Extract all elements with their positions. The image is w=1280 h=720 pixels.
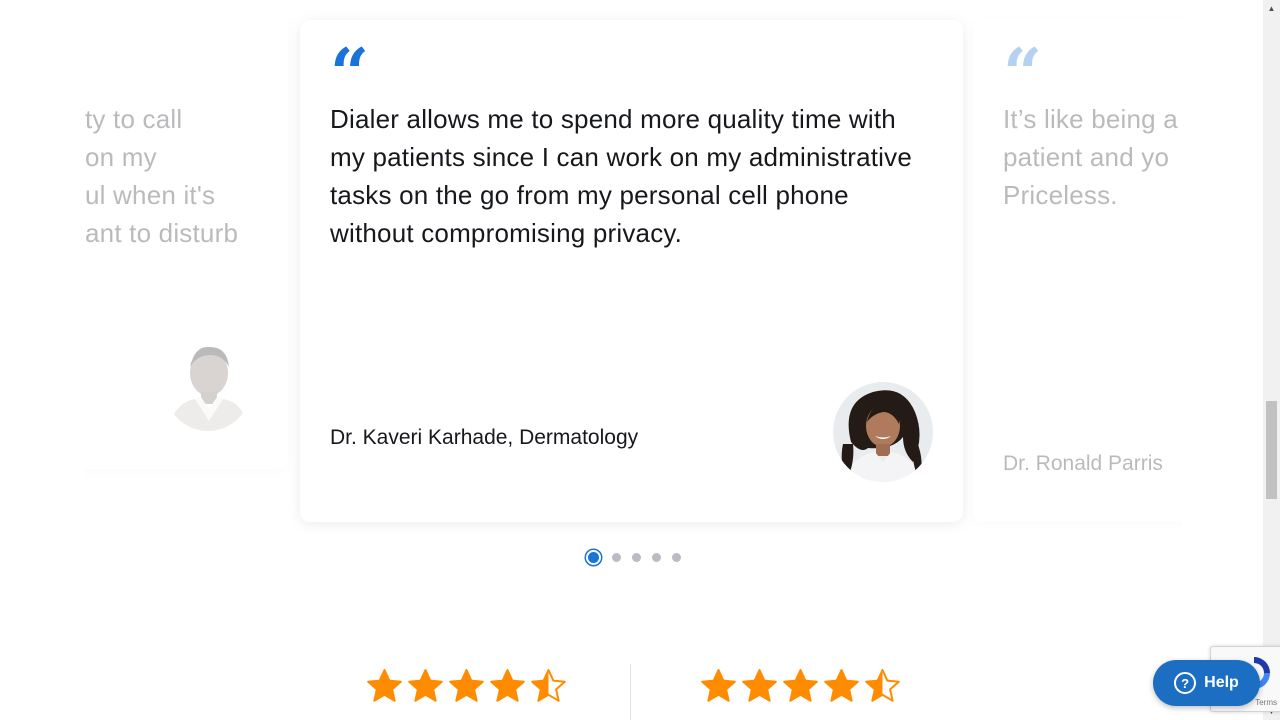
testimonial-quote-previous: ty to call on my ul when it's ant to dis… (85, 100, 295, 252)
pagination-dot-5[interactable] (671, 552, 681, 562)
star-full-icon (742, 669, 777, 702)
quote-mark-icon: “ (330, 34, 370, 114)
page-scrollbar[interactable]: ▲ ▼ (1263, 0, 1280, 720)
scrollbar-thumb[interactable] (1266, 401, 1277, 499)
scroll-up-arrow-icon[interactable]: ▲ (1263, 0, 1280, 17)
testimonial-card-previous-clip: ty to call on my ul when it's ant to dis… (85, 14, 295, 484)
star-full-icon (490, 669, 525, 702)
testimonial-card-next-clip: “ It’s like being a patient and yo Price… (970, 14, 1182, 528)
quote-line: ant to disturb (85, 218, 239, 248)
avatar-previous (165, 337, 251, 431)
testimonial-author: Dr. Kaveri Karhade, Dermatology (330, 426, 639, 449)
testimonials-section: ty to call on my ul when it's ant to dis… (0, 0, 1263, 720)
testimonial-card-active[interactable]: “ Dialer allows me to spend more quality… (300, 20, 963, 522)
quote-line: on my (85, 142, 157, 172)
quote-line: ty to call (85, 104, 183, 134)
quote-line: Priceless. (1003, 180, 1118, 210)
star-full-icon (408, 669, 443, 702)
quote-line: ul when it's (85, 180, 216, 210)
portrait-man-icon (165, 337, 251, 431)
pagination-dot-2[interactable] (611, 552, 621, 562)
star-half-icon (531, 669, 566, 702)
help-button-label: Help (1204, 674, 1239, 691)
testimonial-card-next[interactable]: “ It’s like being a patient and yo Price… (973, 20, 1182, 522)
recaptcha-terms-link[interactable]: Terms (1255, 698, 1277, 707)
star-full-icon (449, 669, 484, 702)
help-button[interactable]: ? Help (1153, 660, 1260, 706)
star-half-icon (865, 669, 900, 702)
quote-mark-icon: “ (1003, 34, 1043, 114)
ratings-divider (630, 664, 631, 720)
star-full-icon (701, 669, 736, 702)
star-full-icon (783, 669, 818, 702)
rating-stars-2 (700, 668, 901, 705)
portrait-woman-icon (833, 382, 933, 482)
pagination-dot-3[interactable] (631, 552, 641, 562)
star-full-icon (367, 669, 402, 702)
rating-stars-1 (366, 668, 567, 705)
carousel-pagination (584, 549, 682, 565)
ratings-row (360, 660, 920, 720)
star-full-icon (824, 669, 859, 702)
testimonial-card-previous[interactable]: ty to call on my ul when it's ant to dis… (85, 14, 288, 469)
avatar-author (833, 382, 933, 482)
testimonial-author-next: Dr. Ronald Parris (1003, 452, 1163, 475)
quote-line: It’s like being a (1003, 104, 1178, 134)
question-circle-icon: ? (1174, 672, 1197, 694)
testimonial-quote-next: It’s like being a patient and yo Pricele… (1003, 100, 1182, 214)
pagination-dot-4[interactable] (651, 552, 661, 562)
quote-line: patient and yo (1003, 142, 1170, 172)
pagination-dot-1[interactable] (585, 549, 601, 565)
testimonial-quote: Dialer allows me to spend more quality t… (330, 104, 913, 248)
